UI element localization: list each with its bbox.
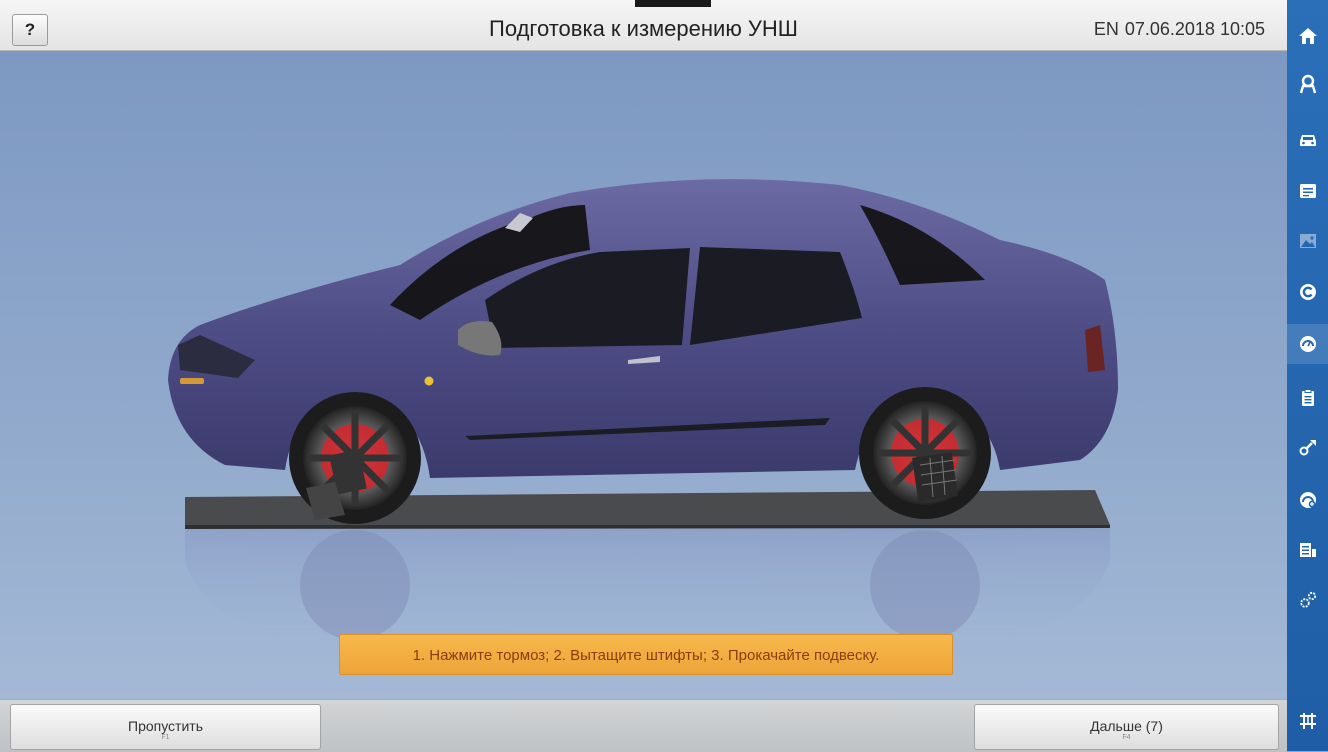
gauge-icon <box>1299 336 1316 352</box>
wrench-icon <box>1299 440 1316 456</box>
car-icon <box>1299 135 1316 146</box>
list-icon <box>1299 184 1316 198</box>
next-button[interactable]: Дальше (7) F4 <box>974 704 1279 750</box>
sidebar-item-measurement[interactable] <box>1287 324 1328 364</box>
bottom-bar: Пропустить F1 Дальше (7) F4 <box>0 699 1287 752</box>
sidebar-item-clipboard[interactable] <box>1287 378 1328 418</box>
report-icon <box>1299 543 1316 557</box>
skip-button-label: Пропустить <box>128 718 203 734</box>
next-button-label: Дальше (7) <box>1090 718 1163 734</box>
sidebar-item-home[interactable] <box>1287 16 1328 56</box>
top-notch <box>635 0 711 7</box>
sidebar-item-report[interactable] <box>1287 530 1328 570</box>
next-button-key: F4 <box>1122 734 1131 741</box>
home-icon <box>1298 28 1317 44</box>
title-bar: ? Подготовка к измерению УНШ EN 07.06.201… <box>0 0 1287 51</box>
floor-reflection <box>185 525 1110 640</box>
rear-wheel <box>859 387 991 519</box>
language-indicator[interactable]: EN <box>1094 19 1119 39</box>
car-illustration <box>168 179 1118 640</box>
instruction-banner: 1. Нажмите тормоз; 2. Вытащите штифты; 3… <box>339 634 953 675</box>
sidebar-item-image[interactable] <box>1287 221 1328 261</box>
sidebar-item-lift[interactable] <box>1287 701 1328 741</box>
lang-datetime: EN 07.06.2018 10:05 <box>1094 19 1271 40</box>
clipboard-icon <box>1301 389 1314 406</box>
front-wheel <box>289 392 421 524</box>
skip-button[interactable]: Пропустить F1 <box>10 704 321 750</box>
customer-icon <box>1299 74 1316 94</box>
sidebar-item-adjust[interactable] <box>1287 428 1328 468</box>
sidebar-item-c[interactable] <box>1287 272 1328 312</box>
settings-gears-icon <box>1299 591 1316 608</box>
sidebar-item-customer[interactable] <box>1287 64 1328 104</box>
image-icon <box>1299 234 1316 248</box>
sidebar-item-list[interactable] <box>1287 171 1328 211</box>
datetime-label: 07.06.2018 10:05 <box>1124 19 1265 39</box>
skip-button-key: F1 <box>161 734 170 741</box>
sidebar-item-vehicle[interactable] <box>1287 120 1328 160</box>
vehicle-scene: 1. Нажмите тормоз; 2. Вытащите штифты; 3… <box>0 51 1287 699</box>
sidebar-item-settings[interactable] <box>1287 580 1328 620</box>
sidebar <box>1287 0 1328 751</box>
gauge-plus-icon <box>1299 492 1316 508</box>
c-circle-icon <box>1299 284 1316 300</box>
lift-icon <box>1299 713 1316 729</box>
sidebar-item-gauge-plus[interactable] <box>1287 480 1328 520</box>
